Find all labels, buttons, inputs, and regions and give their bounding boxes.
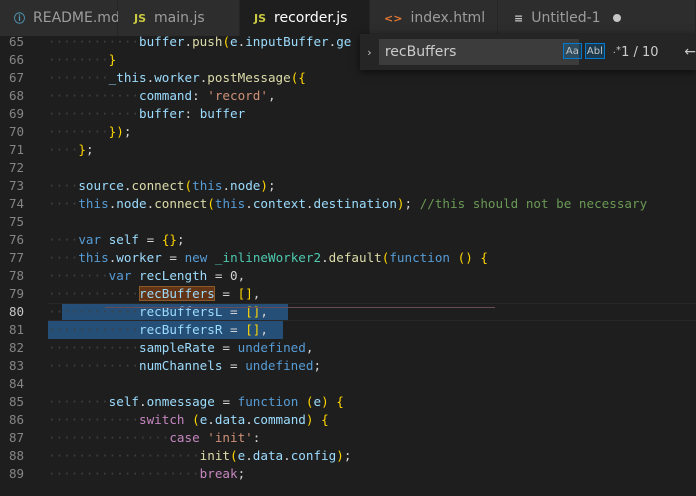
- code-line[interactable]: 86 ············switch (e.data.command) {: [0, 411, 696, 429]
- code-line[interactable]: 77 ····this.worker = new _inlineWorker2.d…: [0, 249, 696, 267]
- code-text: ····this.worker = new _inlineWorker2.def…: [48, 250, 488, 265]
- code-line[interactable]: 75: [0, 213, 696, 231]
- code-text: ····················init(e.data.config);: [48, 448, 352, 463]
- line-number: 66: [8, 52, 24, 67]
- line-number: 76: [8, 232, 24, 247]
- line-number: 85: [8, 394, 24, 409]
- code-line[interactable]: 80 ············recBuffersL = [],: [0, 303, 696, 321]
- line-number: 73: [8, 178, 24, 193]
- match-count: 1 / 10: [621, 44, 659, 60]
- chevron-right-icon[interactable]: ›: [360, 46, 379, 59]
- tab-index-html[interactable]: <> index.html: [370, 0, 498, 36]
- tab-label: main.js: [154, 10, 205, 26]
- code-line[interactable]: 78 ········var recLength = 0,: [0, 267, 696, 285]
- tab-label: recorder.js: [274, 10, 348, 26]
- info-icon: ⓘ: [14, 12, 25, 25]
- code-line[interactable]: 72: [0, 159, 696, 177]
- code-line[interactable]: 70 ········});: [0, 123, 696, 141]
- code-text: ············sampleRate = undefined,: [48, 340, 314, 355]
- search-match: recBuffers: [139, 286, 215, 301]
- code-line[interactable]: 69 ············buffer: buffer: [0, 105, 696, 123]
- html-file-icon: <>: [384, 11, 403, 25]
- unsaved-dot-icon[interactable]: [612, 14, 621, 22]
- line-number: 70: [8, 124, 24, 139]
- code-text: ············recBuffers = [],: [48, 286, 261, 301]
- line-number: 80: [8, 304, 24, 319]
- bracket-match-underline: [105, 307, 495, 308]
- tab-label: README.md: [33, 10, 120, 26]
- code-text: ············numChannels = undefined;: [48, 358, 322, 373]
- code-text: ········}: [48, 52, 117, 67]
- code-text: ············recBuffersR = [],: [48, 322, 268, 337]
- line-number: 72: [8, 160, 24, 175]
- line-number: 88: [8, 448, 24, 463]
- code-text: ············recBuffersL = [],: [48, 304, 268, 319]
- line-number: 87: [8, 430, 24, 445]
- code-line[interactable]: 74 ····this.node.connect(this.context.des…: [0, 195, 696, 213]
- code-text: ············buffer: buffer: [48, 106, 246, 121]
- code-text: ············command: 'record',: [48, 88, 276, 103]
- code-text: ····var self = {};: [48, 232, 185, 247]
- code-text: ········_this.worker.postMessage({: [48, 70, 306, 85]
- code-text: ············switch (e.data.command) {: [48, 412, 329, 427]
- line-number: 74: [8, 196, 24, 211]
- code-line[interactable]: 82 ············sampleRate = undefined,: [0, 339, 696, 357]
- tab-untitled-1[interactable]: ≡ Untitled-1: [498, 0, 696, 36]
- code-text: ····this.node.connect(this.context.desti…: [48, 196, 648, 211]
- match-case-toggle[interactable]: Aa: [562, 43, 582, 59]
- tab-bar: ⓘ README.md JS main.js JS recorder.js <>…: [0, 0, 696, 36]
- code-line[interactable]: 87 ················case 'init':: [0, 429, 696, 447]
- code-text: ················case 'init':: [48, 430, 261, 445]
- code-line[interactable]: 85 ········self.onmessage = function (e) …: [0, 393, 696, 411]
- code-line[interactable]: 81 ············recBuffersR = [],: [0, 321, 696, 339]
- text-file-icon: ≡: [514, 11, 524, 25]
- line-number: 79: [8, 286, 24, 301]
- line-number: 83: [8, 358, 24, 373]
- code-text: ····················break;: [48, 466, 246, 481]
- code-line[interactable]: 68 ············command: 'record',: [0, 87, 696, 105]
- code-line[interactable]: 71 ····};: [0, 141, 696, 159]
- line-number: 81: [8, 322, 24, 337]
- code-line[interactable]: 67 ········_this.worker.postMessage({: [0, 69, 696, 87]
- code-line[interactable]: 76 ····var self = {};: [0, 231, 696, 249]
- code-line[interactable]: 89 ····················break;: [0, 465, 696, 483]
- find-input-value: recBuffers: [384, 44, 457, 60]
- tab-label: Untitled-1: [531, 10, 601, 26]
- tab-label: index.html: [410, 10, 486, 26]
- line-number: 75: [8, 214, 24, 229]
- code-text: ········self.onmessage = function (e) {: [48, 394, 344, 409]
- line-number: 82: [8, 340, 24, 355]
- code-line[interactable]: 73 ····source.connect(this.node);: [0, 177, 696, 195]
- code-line[interactable]: 79 ············recBuffers = [],: [0, 285, 696, 303]
- js-file-icon: JS: [134, 11, 147, 25]
- line-number: 71: [8, 142, 24, 157]
- line-number: 69: [8, 106, 24, 121]
- code-text: ····};: [48, 142, 94, 157]
- code-text: ····source.connect(this.node);: [48, 178, 276, 193]
- tab-recorder-js[interactable]: JS recorder.js: [240, 0, 370, 36]
- line-number: 65: [8, 36, 24, 49]
- find-widget: › recBuffers Aa Abl .* 1 / 10 ←: [360, 34, 696, 70]
- tab-main-js[interactable]: JS main.js: [118, 0, 240, 36]
- line-number: 68: [8, 88, 24, 103]
- line-number: 89: [8, 466, 24, 481]
- previous-match-icon[interactable]: ←: [684, 44, 696, 60]
- tab-readme[interactable]: ⓘ README.md: [0, 0, 120, 36]
- line-number: 67: [8, 70, 24, 85]
- find-input[interactable]: recBuffers Aa Abl .*: [378, 39, 621, 65]
- line-number: 84: [8, 376, 24, 391]
- whole-word-toggle[interactable]: Abl: [584, 43, 605, 59]
- line-number: 77: [8, 250, 24, 265]
- line-number: 78: [8, 268, 24, 283]
- code-text: ············buffer.push(e.inputBuffer.ge: [48, 36, 352, 49]
- code-text: ········var recLength = 0,: [48, 268, 246, 283]
- code-line[interactable]: 83 ············numChannels = undefined;: [0, 357, 696, 375]
- code-line[interactable]: 84: [0, 375, 696, 393]
- code-text: ········});: [48, 124, 132, 139]
- js-file-icon: JS: [254, 11, 267, 25]
- line-number: 86: [8, 412, 24, 427]
- code-line[interactable]: 88 ····················init(e.data.config…: [0, 447, 696, 465]
- code-editor[interactable]: 65 ············buffer.push(e.inputBuffer.…: [0, 36, 696, 496]
- regex-toggle[interactable]: .*: [609, 43, 625, 59]
